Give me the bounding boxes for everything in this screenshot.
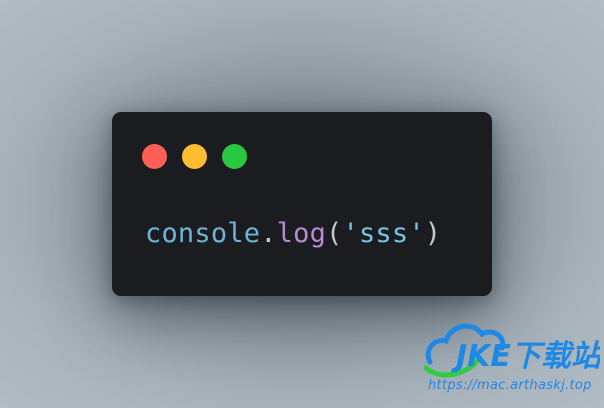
maximize-button[interactable] — [222, 144, 247, 169]
watermark-logo: JKE下载站 — [423, 323, 600, 378]
code-snippet-window: console.log('sss') — [112, 112, 492, 296]
watermark-url: https://mac.arthaskj.top — [428, 378, 592, 393]
window-controls — [142, 144, 247, 169]
minimize-button[interactable] — [182, 144, 207, 169]
code-string: 'sss' — [342, 218, 425, 249]
watermark: JKE下载站 https://mac.arthaskj.top — [422, 310, 600, 402]
code-dot: . — [260, 218, 277, 249]
code-object: console — [145, 218, 261, 249]
close-button[interactable] — [142, 144, 167, 169]
code-line: console.log('sss') — [145, 214, 441, 254]
code-open-paren: ( — [326, 218, 343, 249]
code-method: log — [276, 218, 327, 249]
watermark-logo-text: JKE下载站 — [451, 339, 600, 374]
code-close-paren: ) — [424, 218, 442, 249]
